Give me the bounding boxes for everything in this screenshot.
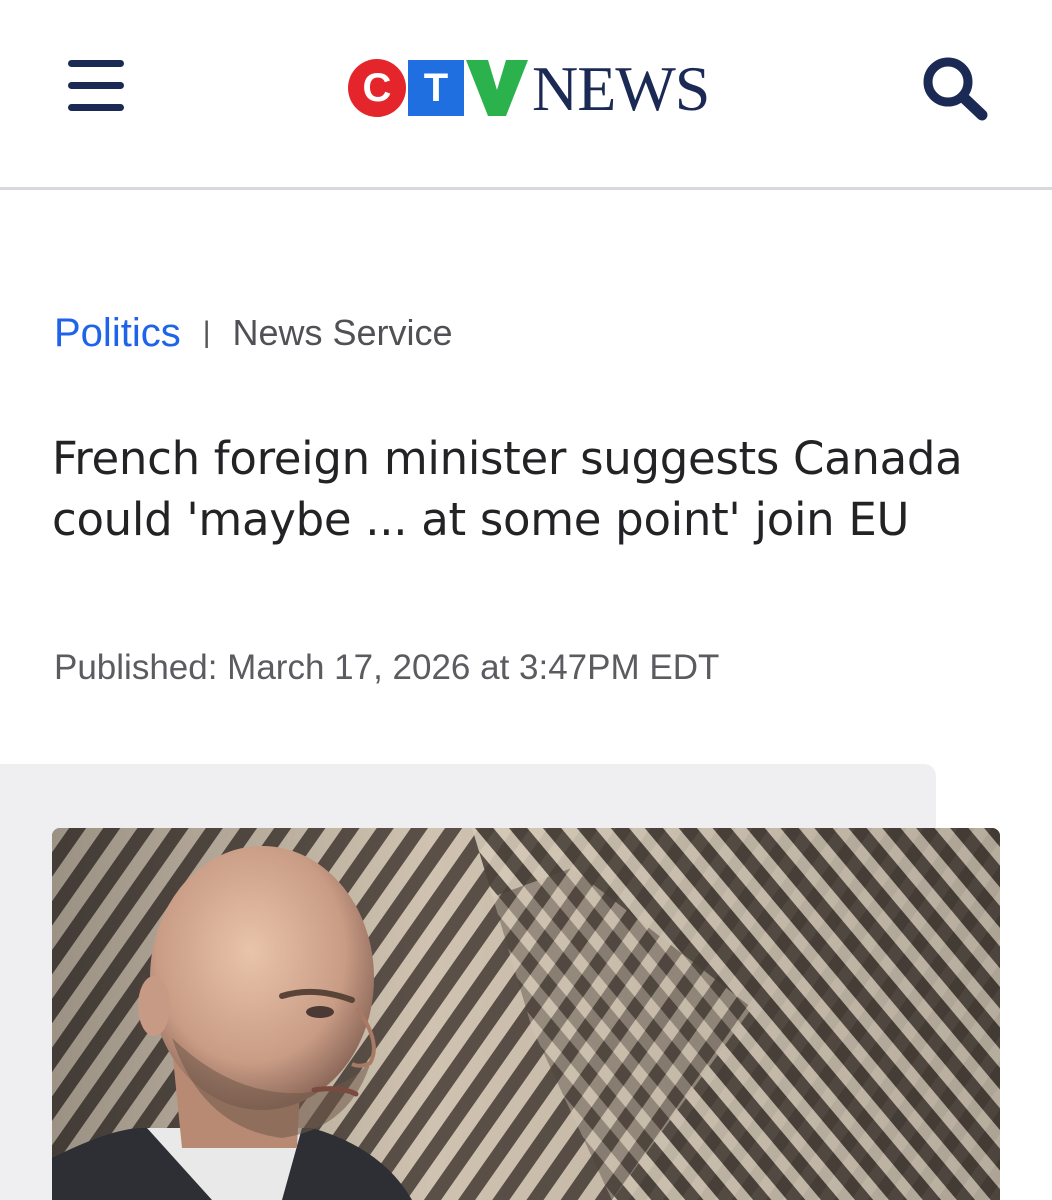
meta-separator: | xyxy=(202,316,211,349)
menu-bar xyxy=(68,60,124,67)
article-meta: Politics | News Service xyxy=(54,308,453,358)
logo-letter-v xyxy=(466,60,528,116)
hamburger-menu-icon[interactable] xyxy=(60,58,130,114)
logo-wordmark: NEWS xyxy=(532,53,710,124)
site-header: C T NEWS xyxy=(0,0,1052,190)
menu-bar xyxy=(68,82,124,89)
search-icon[interactable] xyxy=(918,52,994,122)
menu-bar xyxy=(68,104,124,111)
logo-letter-t: T xyxy=(408,60,464,116)
article-source: News Service xyxy=(232,312,453,353)
published-timestamp: Published: March 17, 2026 at 3:47PM EDT xyxy=(54,648,720,687)
ctv-news-logo[interactable]: C T NEWS xyxy=(348,53,710,124)
article-headline: French foreign minister suggests Canada … xyxy=(52,432,963,546)
article-photo[interactable] xyxy=(52,828,1000,1200)
logo-letter-c: C xyxy=(348,59,406,117)
article-page: C T NEWS Politics | News Service French … xyxy=(0,0,1052,1200)
category-link[interactable]: Politics xyxy=(54,311,181,356)
